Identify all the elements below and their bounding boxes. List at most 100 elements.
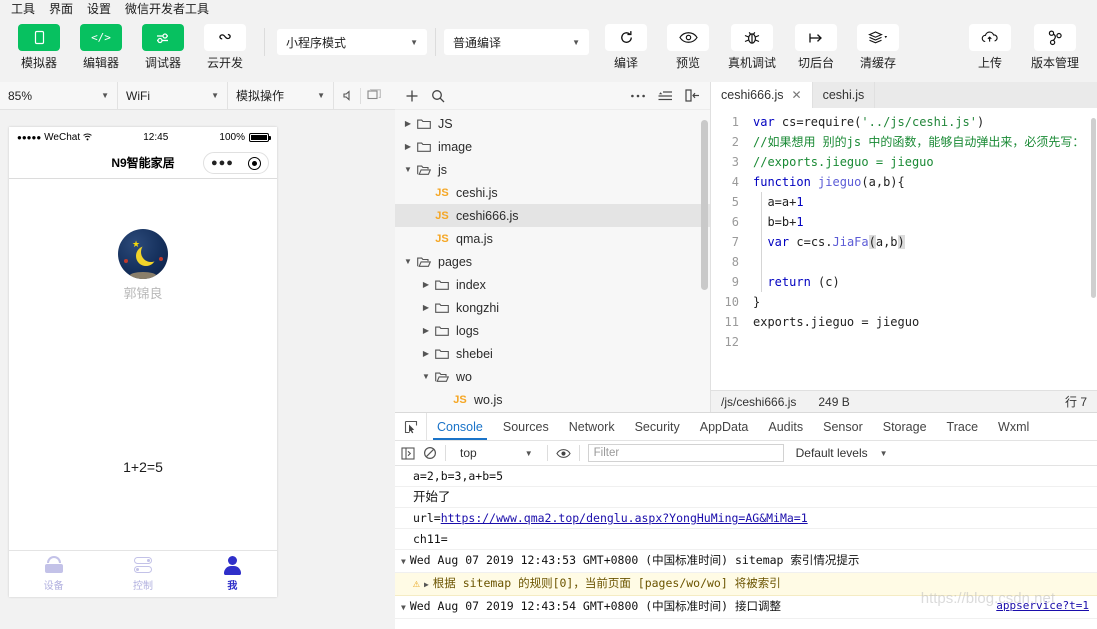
- toolbar-button-version[interactable]: 版本管理: [1021, 24, 1089, 71]
- editor-scrollbar[interactable]: [1091, 118, 1096, 298]
- operation-select[interactable]: 模拟操作 ▼: [228, 81, 334, 110]
- battery-percent: 100%: [219, 131, 245, 143]
- console-log-url[interactable]: https://www.qma2.top/denglu.aspx?YongHuM…: [441, 511, 808, 525]
- wechat-capsule-button[interactable]: ●●●: [203, 152, 269, 174]
- devtools-tab-trace[interactable]: Trace: [937, 413, 989, 440]
- toolbar-divider-2: [435, 28, 436, 56]
- clear-console-icon[interactable]: [423, 446, 437, 460]
- toolbar-button-editor[interactable]: </> 编辑器: [70, 24, 132, 71]
- chevron-right-icon[interactable]: ▶: [401, 142, 415, 151]
- toolbar-button-debugger[interactable]: 调试器: [132, 24, 194, 71]
- zoom-select[interactable]: 85% ▼: [0, 81, 118, 110]
- toolbar-button-clouddev[interactable]: ∾ 云开发: [194, 24, 256, 71]
- console-group-row[interactable]: ▼ Wed Aug 07 2019 12:43:53 GMT+0800 (中国标准…: [395, 550, 1097, 573]
- eye-icon[interactable]: [555, 448, 571, 459]
- console-group-row[interactable]: ▼ Wed Aug 07 2019 12:43:54 GMT+0800 (中国标准…: [395, 596, 1097, 619]
- chevron-right-icon[interactable]: ▶: [419, 280, 433, 289]
- tree-item-label: index: [456, 277, 486, 292]
- search-icon[interactable]: [431, 89, 445, 103]
- console-source-link[interactable]: appservice?t=1: [996, 596, 1089, 616]
- inspect-element-icon[interactable]: [395, 413, 427, 440]
- menu-item-settings[interactable]: 设置: [80, 0, 118, 18]
- tree-item[interactable]: ▶JS qma.js: [395, 227, 710, 250]
- tabbar-item-me[interactable]: 我: [188, 551, 277, 597]
- toolbar-button-clearcache[interactable]: 清缓存: [847, 24, 909, 71]
- chevron-down-icon[interactable]: ▼: [401, 165, 415, 174]
- devtools-tab-sources[interactable]: Sources: [493, 413, 559, 440]
- tabbar-item-device[interactable]: 设备: [9, 551, 98, 597]
- sidebar-toggle-icon[interactable]: [685, 89, 700, 102]
- chevron-right-icon[interactable]: ▶: [401, 119, 415, 128]
- toolbar-button-background[interactable]: 切后台: [785, 24, 847, 71]
- toolbar-action-label: 编译: [613, 56, 638, 70]
- editor-code-area[interactable]: 1 2 3 4 5 6 7 8 9 10 11 12 var cs=require('../js/ce…: [711, 108, 1097, 390]
- tree-item[interactable]: ▶JS ceshi666.js: [395, 204, 710, 227]
- console-sidebar-icon[interactable]: [401, 446, 415, 460]
- devtools-tab-appdata[interactable]: AppData: [690, 413, 759, 440]
- chevron-down-icon[interactable]: ▼: [401, 257, 415, 266]
- tree-item[interactable]: ▶JS wo.js: [395, 388, 710, 411]
- chevron-right-icon[interactable]: ▶: [424, 575, 429, 595]
- editor-tab[interactable]: ceshi.js: [813, 82, 876, 108]
- console-output[interactable]: a=2,b=3,a+b=5 开始了 url=https://www.qma2.top…: [395, 466, 1097, 629]
- tree-item[interactable]: ▶ index: [395, 273, 710, 296]
- console-context-select[interactable]: top ▼: [454, 446, 539, 460]
- network-select[interactable]: WiFi ▼: [118, 81, 228, 110]
- tree-item[interactable]: ▶ JS: [395, 112, 710, 135]
- devtools-tab-console[interactable]: Console: [427, 413, 493, 440]
- js-file-icon: JS: [435, 232, 449, 245]
- more-icon[interactable]: [630, 93, 646, 99]
- tabbar-item-control[interactable]: 控制: [98, 551, 187, 597]
- tree-item[interactable]: ▼ wo: [395, 365, 710, 388]
- line-number: 11: [724, 315, 739, 329]
- tree-spacer: ▶: [419, 234, 433, 243]
- close-icon[interactable]: ✕: [792, 88, 802, 102]
- tree-item[interactable]: ▶ logs: [395, 319, 710, 342]
- plus-icon[interactable]: [405, 89, 419, 103]
- console-levels-select[interactable]: Default levels ▼: [796, 446, 888, 460]
- chevron-down-icon[interactable]: ▼: [401, 598, 406, 618]
- devtools-tab-network[interactable]: Network: [559, 413, 625, 440]
- tree-item[interactable]: ▶ shebei: [395, 342, 710, 365]
- compile-select[interactable]: 普通编译 ▼: [444, 29, 589, 55]
- menu-item-interface[interactable]: 界面: [42, 0, 80, 18]
- menu-item-devtools[interactable]: 微信开发者工具: [118, 0, 216, 18]
- tree-item[interactable]: ▶{ }wo.json: [395, 411, 710, 412]
- collapse-icon[interactable]: [658, 90, 673, 102]
- screen-icon[interactable]: [361, 82, 387, 110]
- mode-select[interactable]: 小程序模式 ▼: [277, 29, 427, 55]
- chevron-right-icon[interactable]: ▶: [419, 349, 433, 358]
- tree-item[interactable]: ▼ js: [395, 158, 710, 181]
- menu-item-tools[interactable]: 工具: [4, 0, 42, 18]
- code-line: b=b+1: [753, 215, 804, 229]
- console-warning-row: ⚠ ▶ 根据 sitemap 的规则[0]，当前页面 [pages/wo/wo] 将…: [395, 573, 1097, 596]
- toolbar-button-realdevice-debug[interactable]: 真机调试: [719, 24, 785, 71]
- chevron-right-icon[interactable]: ▶: [419, 303, 433, 312]
- phone-simulator[interactable]: ●●●●● WeChat 12:45 100% N9智能家居 ●●● ★ 郭锦良…: [9, 127, 277, 597]
- toolbar-button-upload[interactable]: 上传: [959, 24, 1021, 71]
- chevron-down-icon[interactable]: ▼: [419, 372, 433, 381]
- toolbar-button-compile[interactable]: 编译: [595, 24, 657, 71]
- tree-item[interactable]: ▶JS ceshi.js: [395, 181, 710, 204]
- volume-icon[interactable]: [334, 82, 360, 110]
- console-filter-input[interactable]: Filter: [587, 444, 784, 462]
- devtools-tab-storage[interactable]: Storage: [873, 413, 937, 440]
- editor-tab[interactable]: ceshi666.js ✕: [711, 82, 813, 108]
- chevron-right-icon[interactable]: ▶: [419, 326, 433, 335]
- file-tree[interactable]: ▶JS▶image▼js▶JSceshi.js▶JSceshi666.js▶JS…: [395, 110, 710, 412]
- tree-item[interactable]: ▼ pages: [395, 250, 710, 273]
- devtools-tab-sensor[interactable]: Sensor: [813, 413, 873, 440]
- explorer-scrollbar[interactable]: [701, 120, 708, 290]
- main-toolbar: 模拟器 </> 编辑器 调试器 ∾ 云开发 小程序模式 ▼ 普通编译 ▼ 编译 …: [0, 18, 1097, 82]
- devtools-tab-security[interactable]: Security: [625, 413, 690, 440]
- devtools-tab-audits[interactable]: Audits: [758, 413, 813, 440]
- toolbar-button-simulator[interactable]: 模拟器: [8, 24, 70, 71]
- tree-item[interactable]: ▶ image: [395, 135, 710, 158]
- toolbar-button-preview[interactable]: 预览: [657, 24, 719, 71]
- tree-item[interactable]: ▶ kongzhi: [395, 296, 710, 319]
- devtools-tab-wxml[interactable]: Wxml: [988, 413, 1039, 440]
- chevron-down-icon[interactable]: ▼: [401, 552, 406, 572]
- code-lines[interactable]: var cs=require('../js/ceshi.js') //如果想用 别…: [745, 108, 1097, 390]
- more-icon[interactable]: ●●●: [211, 157, 234, 169]
- close-target-icon[interactable]: [247, 156, 261, 170]
